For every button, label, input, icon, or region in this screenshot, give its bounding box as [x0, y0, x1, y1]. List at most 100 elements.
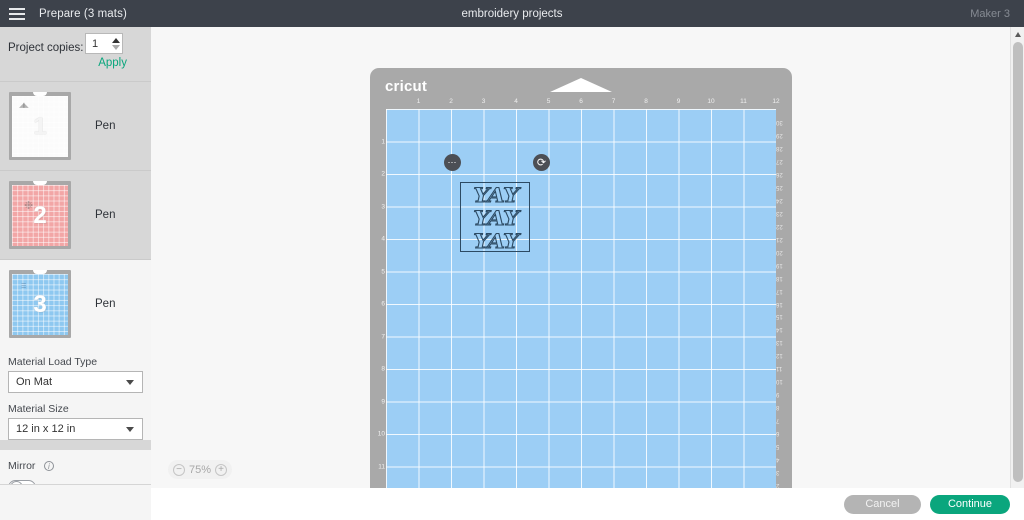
ruler-right-tick: 25	[776, 183, 783, 190]
zoom-in-icon[interactable]: +	[215, 463, 228, 476]
project-copies-row: Project copies: 1 Apply	[0, 27, 151, 81]
ruler-right-tick: 18	[776, 274, 783, 281]
ruler-right-tick: 24	[776, 196, 783, 203]
info-icon[interactable]: i	[43, 461, 54, 471]
machine-name: Maker 3	[970, 7, 1010, 20]
ruler-left-tick: 2	[381, 170, 385, 178]
ruler-left-tick: 1	[381, 138, 385, 145]
ruler-top-tick: 5	[546, 98, 551, 105]
material-load-type-group: Material Load Type On Mat	[0, 356, 151, 393]
continue-button[interactable]: Continue	[929, 494, 1010, 514]
design-text-line-3: YAY	[473, 229, 520, 253]
ruler-top-tick: 1	[416, 98, 421, 105]
mat-canvas-area[interactable]: cricut 1 2 3 4 5 6 7 8 9 10 11 12 1 2 3 4 5 6 7 8 9 10 11 30 2…	[151, 27, 1024, 520]
material-size-value: 12 in x 12 in	[16, 423, 76, 435]
mat-preview-art: ☰	[21, 284, 26, 290]
ruler-right-tick: 27	[776, 157, 783, 164]
ruler-right-tick: 22	[776, 222, 783, 229]
stepper-up-icon[interactable]	[111, 37, 120, 43]
ruler-left-tick: 7	[381, 333, 385, 340]
mat-list-item-3[interactable]: ☰ 3 Pen	[0, 259, 151, 348]
ruler-top-tick: 4	[514, 98, 518, 105]
zoom-control[interactable]: − 75% +	[168, 460, 233, 479]
ruler-top-tick: 11	[740, 98, 747, 105]
material-options: Material Load Type On Mat Material Size …	[0, 348, 151, 440]
ruler-right-tick: 7	[776, 417, 780, 424]
project-copies-label: Project copies:	[8, 42, 84, 54]
cricut-logo: cricut	[385, 78, 428, 95]
ruler-right-tick: 28	[776, 144, 783, 151]
mat-list: ◢◣ 1 Pen ❉ 2 Pen ☰ 3 Pen	[0, 81, 151, 348]
ruler-right-tick: 20	[776, 248, 783, 255]
material-size-label: Material Size	[8, 403, 69, 415]
mat-list-item-2[interactable]: ❉ 2 Pen	[0, 170, 151, 259]
ruler-right-tick: 9	[776, 391, 780, 398]
ruler-top: 1 2 3 4 5 6 7 8 9 10 11 12	[386, 98, 790, 109]
ruler-right-tick: 21	[776, 235, 783, 242]
ruler-right-tick: 11	[776, 365, 783, 372]
ruler-top-tick: 10	[707, 98, 715, 105]
ruler-left: 1 2 3 4 5 6 7 8 9 10 11	[372, 109, 386, 498]
ruler-right-tick: 29	[776, 131, 783, 138]
mat-tool-label-1: Pen	[95, 120, 116, 132]
chevron-down-icon[interactable]	[126, 426, 134, 432]
ruler-left-tick: 9	[381, 398, 385, 405]
ruler-right-tick: 14	[776, 326, 783, 333]
mat-tool-label-3: Pen	[95, 298, 116, 310]
zoom-level: 75%	[189, 463, 212, 476]
ruler-right: 30 29 28 27 26 25 24 23 22 21 20 19 18 17 16 15 14 13 12 11…	[774, 109, 792, 498]
apply-button[interactable]: Apply	[98, 57, 127, 69]
hamburger-menu-icon[interactable]	[0, 0, 34, 27]
ruler-right-tick: 6	[776, 430, 780, 437]
ruler-top-tick: 9	[676, 98, 681, 105]
left-panel: Project copies: 1 Apply ◢◣ 1 Pen ❉ 2 Pen…	[0, 27, 151, 520]
project-copies-value: 1	[92, 37, 99, 50]
vertical-scrollbar[interactable]	[1010, 27, 1024, 493]
ruler-right-tick: 19	[776, 261, 783, 268]
mat-preview-art: ❉	[24, 200, 33, 212]
rotate-icon[interactable]: ⟳	[533, 154, 550, 171]
ruler-right-tick: 8	[776, 404, 780, 411]
mat-number-2: 2	[33, 201, 47, 229]
material-size-group: Material Size 12 in x 12 in	[0, 403, 151, 440]
ruler-left-tick: 4	[381, 235, 385, 243]
ruler-top-tick: 8	[644, 98, 648, 105]
top-app-bar: Prepare (3 mats) embroidery projects Mak…	[0, 0, 1024, 27]
ruler-right-tick: 3	[776, 469, 780, 476]
mat-preview-art: ◢◣	[19, 102, 29, 109]
material-size-select[interactable]: 12 in x 12 in	[8, 418, 143, 440]
ruler-right-tick: 13	[776, 339, 783, 346]
prepare-title: Prepare (3 mats)	[39, 7, 127, 20]
mat-grid[interactable]: YAY YAY YAY ⋯ ⟳	[386, 109, 776, 498]
mat-tool-label-2: Pen	[95, 209, 116, 221]
ruler-top-tick: 12	[772, 98, 780, 105]
project-copies-stepper[interactable]: 1	[85, 33, 123, 54]
mat-thumbnail-3[interactable]: ☰ 3	[9, 270, 71, 338]
ruler-left-tick: 10	[377, 430, 385, 438]
material-load-type-select[interactable]: On Mat	[8, 371, 143, 393]
vertical-scroll-thumb[interactable]	[1013, 42, 1023, 482]
ruler-right-tick: 23	[776, 209, 783, 216]
ruler-left-tick: 3	[381, 203, 385, 210]
ruler-right-tick: 15	[776, 313, 783, 320]
scroll-up-icon[interactable]	[1011, 27, 1024, 41]
mat-thumbnail-2[interactable]: ❉ 2	[9, 181, 71, 249]
ruler-left-tick: 6	[381, 300, 385, 308]
mirror-label: Mirror	[8, 460, 36, 472]
ruler-left-tick: 11	[378, 463, 385, 470]
cutting-mat[interactable]: cricut 1 2 3 4 5 6 7 8 9 10 11 12 1 2 3 4 5 6 7 8 9 10 11 30 2…	[370, 68, 792, 498]
mat-list-item-1[interactable]: ◢◣ 1 Pen	[0, 81, 151, 170]
stepper-down-icon[interactable]	[111, 44, 120, 50]
cancel-button[interactable]: Cancel	[843, 494, 921, 514]
chevron-down-icon[interactable]	[126, 379, 134, 385]
ruler-top-tick: 6	[579, 98, 583, 105]
stepper-arrows[interactable]	[109, 34, 122, 53]
zoom-out-icon[interactable]: −	[173, 463, 185, 476]
mat-number-1: 1	[33, 112, 47, 140]
more-options-icon[interactable]: ⋯	[444, 154, 461, 171]
ruler-right-tick: 30	[776, 118, 783, 125]
design-text-line-2: YAY	[473, 206, 520, 230]
mat-thumbnail-1[interactable]: ◢◣ 1	[9, 92, 71, 160]
ruler-left-tick: 8	[381, 365, 385, 373]
design-object[interactable]: YAY YAY YAY	[460, 182, 530, 253]
